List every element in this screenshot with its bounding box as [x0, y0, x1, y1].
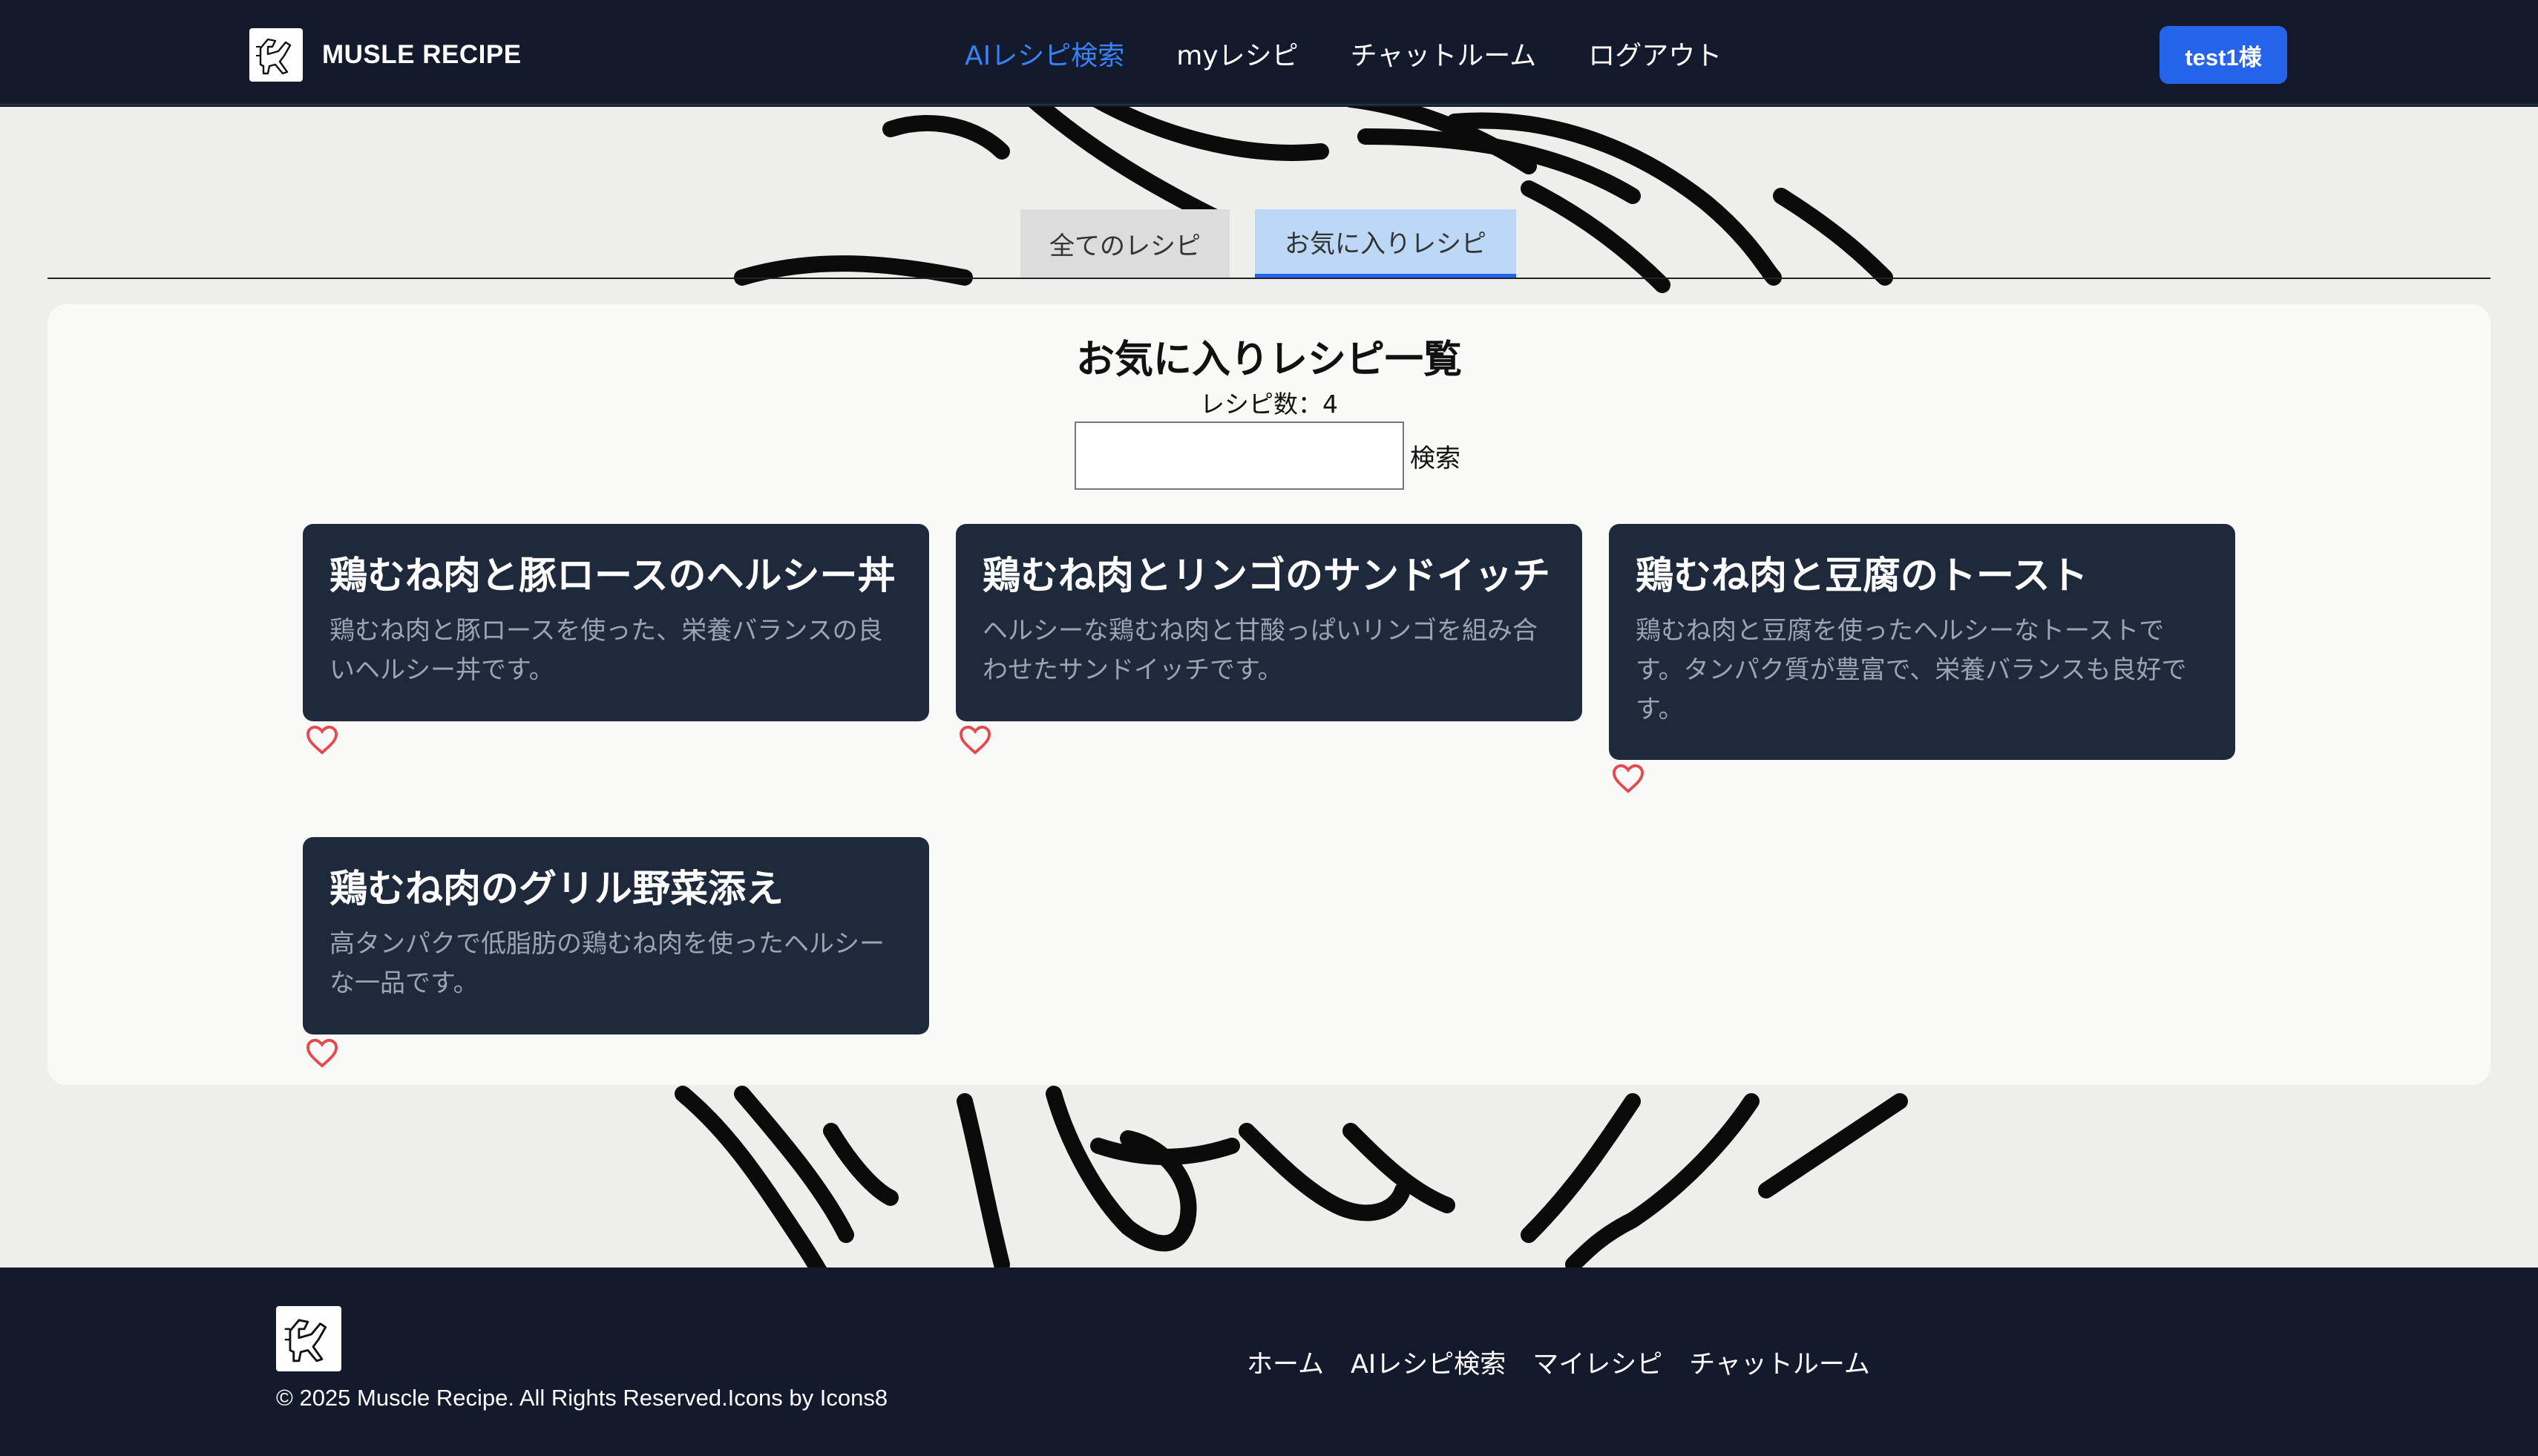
- nav-chat-room[interactable]: チャットルーム: [1351, 34, 1537, 73]
- muscle-logo-icon: [276, 1306, 341, 1371]
- recipe-card[interactable]: 鶏むね肉とリンゴのサンドイッチ ヘルシーな鶏むね肉と甘酸っぱいリンゴを組み合わせ…: [956, 524, 1582, 721]
- favorite-heart-icon[interactable]: [1611, 763, 1645, 794]
- footer-link-ai-recipe-search[interactable]: AIレシピ検索: [1351, 1343, 1506, 1381]
- recipe-title: 鶏むね肉とリンゴのサンドイッチ: [983, 554, 1551, 598]
- tab-all-recipes[interactable]: 全てのレシピ: [1020, 209, 1230, 278]
- page-title: お気に入りレシピ一覧: [1075, 338, 1462, 382]
- recipe-title: 鶏むね肉と豆腐のトースト: [1636, 554, 2088, 598]
- favorite-heart-icon[interactable]: [958, 724, 992, 755]
- muscle-logo-icon: [249, 28, 303, 82]
- recipe-description: 高タンパクで低脂肪の鶏むね肉を使ったヘルシーな一品です。: [329, 929, 885, 998]
- main-nav: AIレシピ検索 myレシピ チャットルーム ログアウト: [965, 34, 1722, 73]
- nav-ai-recipe-search[interactable]: AIレシピ検索: [965, 34, 1124, 73]
- favorite-heart-icon[interactable]: [305, 724, 339, 755]
- search-button[interactable]: 検索: [1410, 438, 1460, 474]
- recipe-description: 鶏むね肉と豚ロースを使った、栄養バランスの良いヘルシー丼です。: [329, 616, 883, 685]
- brand[interactable]: MUSLE RECIPE: [249, 28, 522, 82]
- recipe-title: 鶏むね肉と豚ロースのヘルシー丼: [329, 554, 896, 598]
- nav-logout[interactable]: ログアウト: [1588, 34, 1722, 73]
- footer: © 2025 Muscle Recipe. All Rights Reserve…: [0, 1268, 2538, 1456]
- recipe-title: 鶏むね肉のグリル野菜添え: [329, 868, 784, 911]
- footer-link-home[interactable]: ホーム: [1247, 1343, 1324, 1381]
- user-menu-button[interactable]: test1様: [2160, 26, 2287, 84]
- copyright-text: © 2025 Muscle Recipe. All Rights Reserve…: [276, 1385, 888, 1411]
- recipe-description: 鶏むね肉と豆腐を使ったヘルシーなトーストです。タンパク質が豊富で、栄養バランスも…: [1636, 616, 2187, 724]
- brand-name: MUSLE RECIPE: [322, 40, 522, 69]
- top-navbar: MUSLE RECIPE AIレシピ検索 myレシピ チャットルーム ログアウト…: [0, 0, 2538, 105]
- recipe-card[interactable]: 鶏むね肉と豚ロースのヘルシー丼 鶏むね肉と豚ロースを使った、栄養バランスの良いヘ…: [303, 524, 929, 721]
- recipe-card[interactable]: 鶏むね肉と豆腐のトースト 鶏むね肉と豆腐を使ったヘルシーなトーストです。タンパク…: [1609, 524, 2235, 760]
- search-input[interactable]: [1075, 422, 1404, 490]
- tab-favorite-recipes[interactable]: お気に入りレシピ: [1255, 209, 1516, 278]
- recipe-description: ヘルシーな鶏むね肉と甘酸っぱいリンゴを組み合わせたサンドイッチです。: [983, 616, 1538, 685]
- favorite-heart-icon[interactable]: [305, 1037, 339, 1069]
- recipe-card[interactable]: 鶏むね肉のグリル野菜添え 高タンパクで低脂肪の鶏むね肉を使ったヘルシーな一品です…: [303, 837, 929, 1034]
- recipe-tabs: 全てのレシピ お気に入りレシピ: [1020, 209, 1516, 278]
- footer-link-chat-room[interactable]: チャットルーム: [1689, 1343, 1870, 1381]
- footer-link-my-recipe[interactable]: マイレシピ: [1532, 1343, 1662, 1381]
- footer-nav: ホーム AIレシピ検索 マイレシピ チャットルーム: [1247, 1343, 1870, 1381]
- nav-my-recipe[interactable]: myレシピ: [1176, 34, 1298, 73]
- recipe-count: レシピ数：4: [1200, 390, 1338, 419]
- tab-divider: [47, 278, 2491, 279]
